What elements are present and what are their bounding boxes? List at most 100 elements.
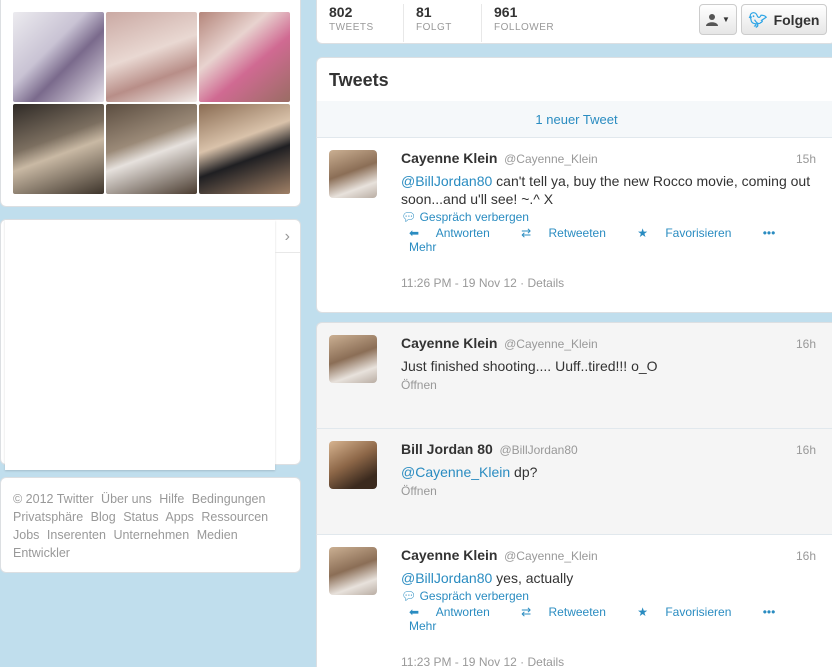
tweet-timeline: Tweets 1 neuer Tweet Cayenne Klein @Caye… <box>316 57 832 667</box>
stat-label: FOLGT <box>416 22 452 33</box>
reply-icon: ⬅︎ <box>409 226 420 240</box>
tweet-author-handle[interactable]: @Cayenne_Klein <box>504 152 598 166</box>
tweet-timestamp[interactable]: 16h <box>796 443 816 457</box>
footer-link-apps[interactable]: Apps <box>165 510 194 524</box>
hide-conversation-link[interactable]: 💬︎ Gespräch verbergen <box>401 210 816 224</box>
stat-tweets[interactable]: 802 TWEETS <box>317 4 403 42</box>
photo-grid <box>13 12 291 194</box>
photo-thumbnail[interactable] <box>106 12 197 102</box>
hide-conversation-label: Gespräch verbergen <box>419 589 529 603</box>
chevron-right-icon[interactable]: › <box>285 228 290 246</box>
tweet-item[interactable]: Bill Jordan 80 @BillJordan80 16h @Cayenn… <box>316 428 832 534</box>
tweet-author-name[interactable]: Cayenne Klein <box>401 150 497 166</box>
reply-button[interactable]: ⬅︎ Antworten <box>409 605 504 619</box>
recommendations-panel: › <box>0 219 301 470</box>
tweet-author-handle[interactable]: @Cayenne_Klein <box>504 337 598 351</box>
tweet-item[interactable]: Cayenne Klein @Cayenne_Klein 16h @BillJo… <box>316 534 832 667</box>
photo-thumbnail[interactable] <box>13 12 104 102</box>
tweet-text: @BillJordan80 yes, actually <box>401 569 816 587</box>
footer-link-resources[interactable]: Ressourcen <box>201 510 268 524</box>
footer-link-advertisers[interactable]: Inserenten <box>47 528 106 542</box>
favorite-button[interactable]: ★ Favorisieren <box>637 226 745 240</box>
tweet-date-details[interactable]: 11:23 PM - 19 Nov 12 · Details <box>401 655 816 667</box>
hide-conversation-link[interactable]: 💬︎ Gespräch verbergen <box>401 589 816 603</box>
tweet-text: @BillJordan80 can't tell ya, buy the new… <box>401 172 816 208</box>
tweet-actions: ⬅︎ Antworten ⇄ Retweeten ★ Favorisieren … <box>401 226 816 254</box>
footer-link-about[interactable]: Über uns <box>101 492 152 506</box>
retweet-label: Retweeten <box>548 605 606 619</box>
tweet-author-name[interactable]: Cayenne Klein <box>401 335 497 351</box>
photo-thumbnail[interactable] <box>106 104 197 194</box>
star-icon: ★ <box>637 605 648 619</box>
favorite-label: Favorisieren <box>665 605 732 619</box>
open-tweet-link[interactable]: Öffnen <box>401 378 816 392</box>
tweet-author-handle[interactable]: @Cayenne_Klein <box>504 549 598 563</box>
tweet-timestamp[interactable]: 15h <box>796 152 816 166</box>
stat-value: 81 <box>416 4 432 20</box>
retweet-label: Retweeten <box>548 226 606 240</box>
tweet-mention[interactable]: @BillJordan80 <box>401 570 492 586</box>
photo-thumbnail[interactable] <box>199 12 290 102</box>
open-tweet-link[interactable]: Öffnen <box>401 484 816 498</box>
footer-link-privacy[interactable]: Privatsphäre <box>13 510 83 524</box>
tweet-author-name[interactable]: Bill Jordan 80 <box>401 441 493 457</box>
tweet-item[interactable]: Cayenne Klein @Cayenne_Klein 16h Just fi… <box>316 322 832 428</box>
avatar[interactable] <box>329 335 377 383</box>
stat-label: TWEETS <box>329 22 374 33</box>
reply-icon: ⬅︎ <box>409 605 420 619</box>
reply-label: Antworten <box>435 605 490 619</box>
tweet-text: @Cayenne_Klein dp? <box>401 463 816 481</box>
more-icon: ••• <box>762 605 776 619</box>
more-label: Mehr <box>409 240 437 254</box>
tweet-timestamp[interactable]: 16h <box>796 549 816 563</box>
chevron-down-icon: ▼ <box>722 15 730 24</box>
profile-stats-bar: 802 TWEETS 81 FOLGT 961 FOLLOWER ▼ 🐦︎ Fo… <box>316 0 832 44</box>
tweet-mention[interactable]: @Cayenne_Klein <box>401 464 510 480</box>
footer-link-terms[interactable]: Bedingungen <box>192 492 266 506</box>
footer-link-status[interactable]: Status <box>123 510 158 524</box>
footer-link-blog[interactable]: Blog <box>91 510 116 524</box>
timeline-header: Tweets <box>316 57 832 102</box>
new-tweets-bar[interactable]: 1 neuer Tweet <box>316 101 832 138</box>
photo-thumbnail[interactable] <box>199 104 290 194</box>
stat-following[interactable]: 81 FOLGT <box>403 4 481 42</box>
stat-value: 961 <box>494 4 518 20</box>
favorite-button[interactable]: ★ Favorisieren <box>637 605 745 619</box>
tweet-mention[interactable]: @BillJordan80 <box>401 173 492 189</box>
avatar[interactable] <box>329 547 377 595</box>
footer-link-help[interactable]: Hilfe <box>159 492 184 506</box>
media-gallery <box>0 0 301 207</box>
hide-conversation-label: Gespräch verbergen <box>419 210 529 224</box>
reply-button[interactable]: ⬅︎ Antworten <box>409 226 504 240</box>
avatar[interactable] <box>329 441 377 489</box>
tweet-content: dp? <box>510 464 538 480</box>
retweet-button[interactable]: ⇄ Retweeten <box>521 605 620 619</box>
stat-label: FOLLOWER <box>494 22 555 33</box>
user-actions-button[interactable]: ▼ <box>699 4 737 35</box>
star-icon: ★ <box>637 226 648 240</box>
more-icon: ••• <box>762 226 776 240</box>
stat-followers[interactable]: 961 FOLLOWER <box>481 4 581 42</box>
tweet-item[interactable]: Cayenne Klein @Cayenne_Klein 15h @BillJo… <box>316 138 832 313</box>
avatar[interactable] <box>329 150 377 198</box>
footer-copyright: © 2012 Twitter <box>13 492 94 506</box>
stat-value: 802 <box>329 4 353 20</box>
reply-label: Antworten <box>435 226 490 240</box>
tweet-author-name[interactable]: Cayenne Klein <box>401 547 497 563</box>
tweet-actions: ⬅︎ Antworten ⇄ Retweeten ★ Favorisieren … <box>401 605 816 633</box>
tweet-timestamp[interactable]: 16h <box>796 337 816 351</box>
footer-links: © 2012 Twitter Über uns Hilfe Bedingunge… <box>0 477 301 573</box>
follow-button-label: Folgen <box>773 11 820 28</box>
retweet-icon: ⇄ <box>521 226 532 240</box>
footer-link-jobs[interactable]: Jobs <box>13 528 39 542</box>
tweet-author-handle[interactable]: @BillJordan80 <box>499 443 577 457</box>
photo-thumbnail[interactable] <box>13 104 104 194</box>
footer-link-business[interactable]: Unternehmen <box>113 528 189 542</box>
tweet-text: Just finished shooting.... Uuff..tired!!… <box>401 358 658 374</box>
follow-button[interactable]: 🐦︎ Folgen <box>741 4 827 35</box>
retweet-button[interactable]: ⇄ Retweeten <box>521 226 620 240</box>
tweet-date-details[interactable]: 11:26 PM - 19 Nov 12 · Details <box>401 276 816 290</box>
timeline-title: Tweets <box>329 70 389 90</box>
footer-link-media[interactable]: Medien <box>197 528 238 542</box>
footer-link-developers[interactable]: Entwickler <box>13 546 70 560</box>
